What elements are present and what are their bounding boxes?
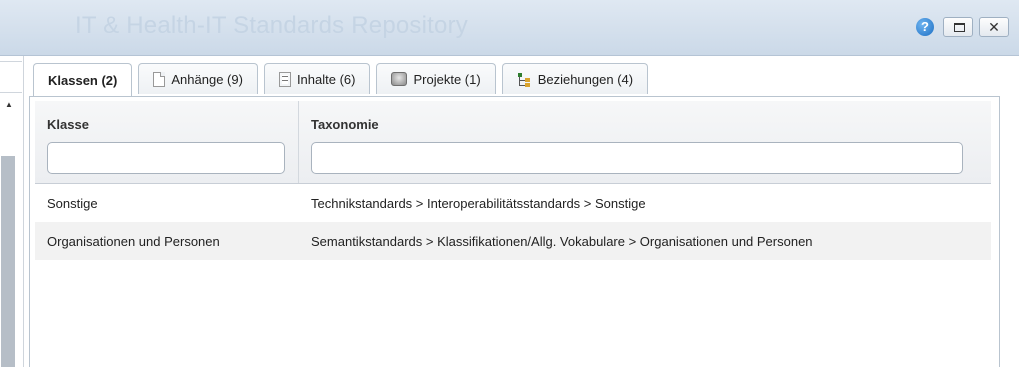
sidebar-header bbox=[0, 61, 22, 93]
tab-label: Klassen (2) bbox=[48, 72, 118, 88]
left-sidebar: ▲ bbox=[0, 56, 24, 367]
tab-label: Anhänge (9) bbox=[171, 71, 243, 87]
tab-inhalte[interactable]: Inhalte (6) bbox=[263, 63, 371, 94]
close-button[interactable]: ✕ bbox=[979, 17, 1009, 37]
sidebar-scrollbar-thumb[interactable] bbox=[1, 156, 15, 367]
cell-taxonomie: Technikstandards > Interoperabilitätssta… bbox=[311, 195, 646, 211]
tab-bar: Klassen (2) Anhänge (9) Inhalte (6) Proj… bbox=[33, 63, 649, 96]
window-controls: ? ✕ bbox=[916, 17, 1009, 37]
tab-klassen[interactable]: Klassen (2) bbox=[33, 63, 133, 96]
tab-label: Projekte (1) bbox=[413, 71, 481, 87]
tab-anhaenge[interactable]: Anhänge (9) bbox=[138, 63, 258, 94]
column-header-klasse[interactable]: Klasse bbox=[35, 101, 299, 183]
help-icon[interactable]: ? bbox=[916, 18, 934, 36]
grid-header: Klasse Taxonomie bbox=[35, 101, 991, 184]
project-icon bbox=[391, 72, 408, 86]
restore-icon bbox=[954, 23, 965, 32]
scroll-up-icon[interactable]: ▲ bbox=[5, 100, 13, 109]
klassen-panel: Klasse Taxonomie Sonstige Technikstandar… bbox=[29, 96, 1000, 367]
cell-klasse: Sonstige bbox=[47, 195, 98, 211]
relations-tree-icon bbox=[517, 72, 532, 87]
column-title: Taxonomie bbox=[311, 117, 379, 132]
cell-taxonomie: Semantikstandards > Klassifikationen/All… bbox=[311, 233, 813, 249]
klasse-filter-input[interactable] bbox=[47, 142, 285, 174]
taxonomie-filter-input[interactable] bbox=[311, 142, 963, 174]
text-document-icon bbox=[278, 71, 291, 87]
restore-button[interactable] bbox=[943, 17, 973, 37]
table-row[interactable]: Organisationen und Personen Semantikstan… bbox=[35, 222, 991, 260]
column-header-taxonomie[interactable]: Taxonomie bbox=[299, 101, 991, 183]
window-title-bar: IT & Health-IT Standards Repository ? ✕ bbox=[0, 0, 1019, 56]
cell-klasse: Organisationen und Personen bbox=[47, 233, 220, 249]
tab-label: Inhalte (6) bbox=[296, 71, 356, 87]
tab-beziehungen[interactable]: Beziehungen (4) bbox=[501, 63, 649, 94]
window-title: IT & Health-IT Standards Repository bbox=[75, 12, 468, 39]
tab-label: Beziehungen (4) bbox=[537, 71, 634, 87]
table-row[interactable]: Sonstige Technikstandards > Interoperabi… bbox=[35, 184, 991, 222]
document-icon bbox=[153, 71, 166, 87]
grid-body: Sonstige Technikstandards > Interoperabi… bbox=[35, 184, 991, 260]
tab-projekte[interactable]: Projekte (1) bbox=[376, 63, 496, 94]
column-title: Klasse bbox=[47, 117, 89, 132]
close-icon: ✕ bbox=[988, 19, 1000, 35]
